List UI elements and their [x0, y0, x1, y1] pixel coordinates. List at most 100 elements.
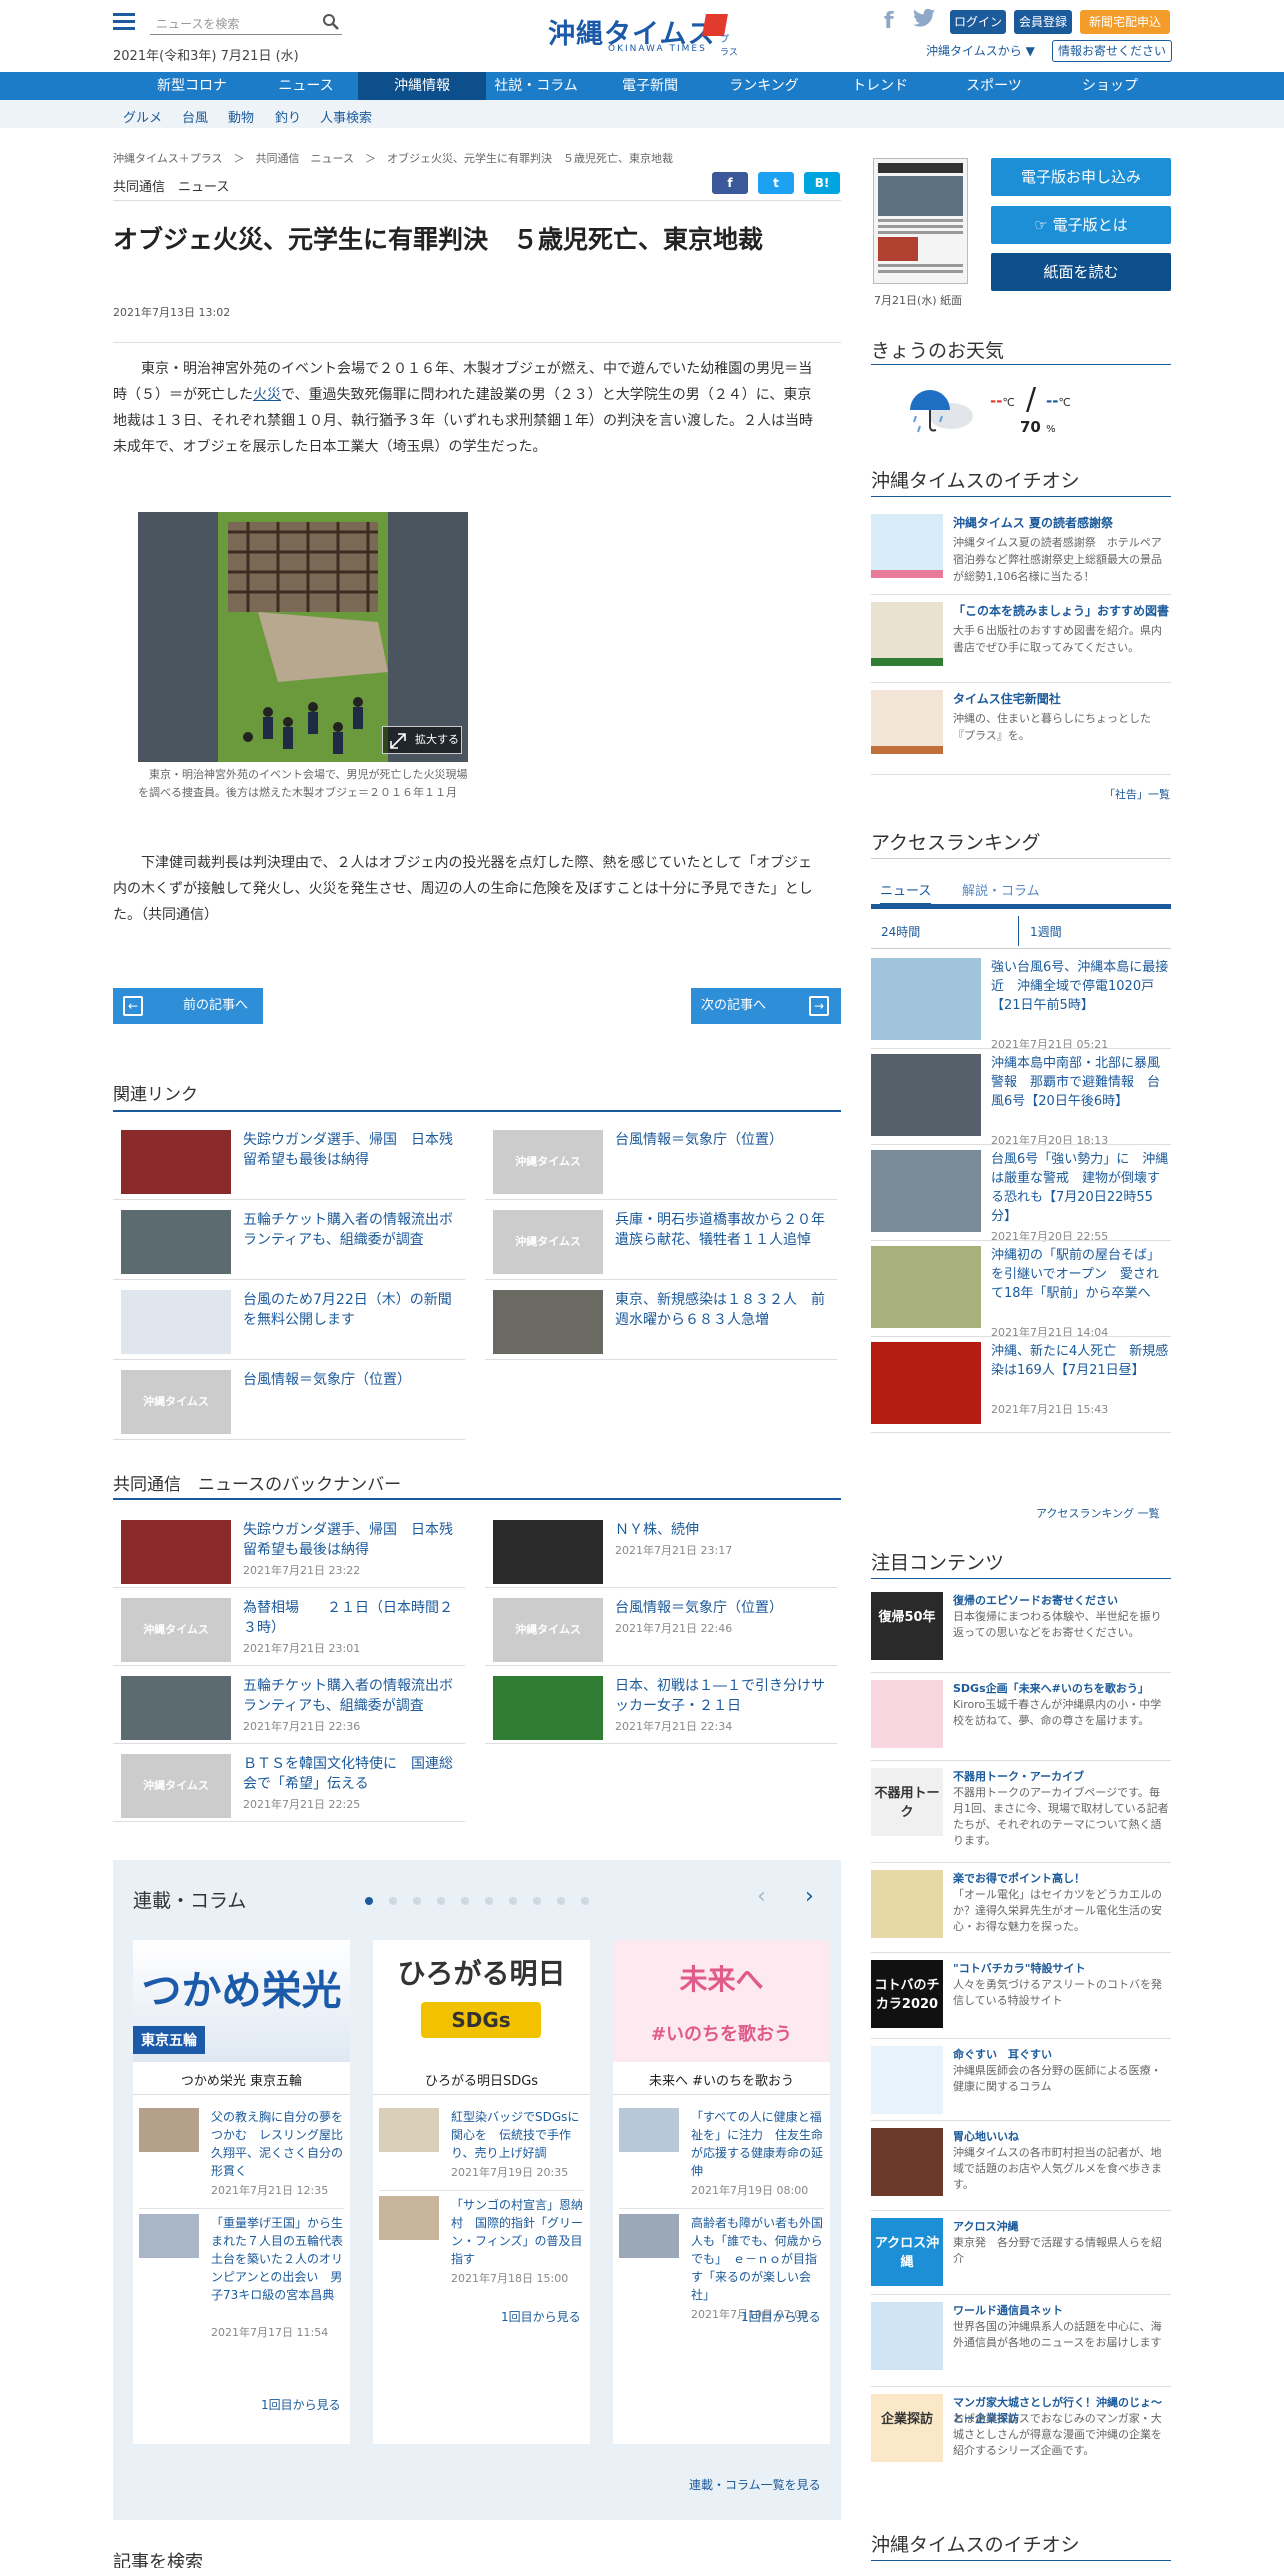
carousel-prev-icon[interactable]: ‹ — [757, 1884, 766, 1909]
carousel-dot[interactable] — [413, 1897, 421, 1905]
link-text[interactable]: 失踪ウガンダ選手、帰国 日本残留希望も最後は納得 — [243, 1130, 463, 1170]
nav-item-trend[interactable]: トレンド — [816, 72, 944, 100]
e-paper-about-button[interactable]: ☞ 電子版とは — [991, 206, 1171, 244]
featured-item[interactable]: コトバのチカラ2020 "コトバチカラ"特設サイト 人々を勇気づけるアスリートのコト… — [871, 1960, 1171, 2040]
ranking-item[interactable]: 台風6号「強い勢力」に 沖縄は厳重な警戒 建物が倒壊する恐れも【7月20日22時… — [871, 1150, 1171, 1244]
hatena-share-button[interactable]: B! — [804, 172, 840, 194]
ranking-text[interactable]: 強い台風6号、沖縄本島に最接近 沖縄全域で停電1020戸【21日午前5時】 — [991, 958, 1171, 1015]
backnumber-item[interactable]: 沖縄タイムス ＢＴＳを韓国文化特使に 国連総会で「希望」伝える 2021年7月21日… — [113, 1746, 465, 1822]
backnumber-item[interactable]: 沖縄タイムス 台風情報＝気象庁（位置） 2021年7月21日 22:46 — [485, 1590, 837, 1666]
backnumber-item[interactable]: 沖縄タイムス 為替相場 ２１日（日本時間２３時） 2021年7月21日 23:01 — [113, 1590, 465, 1666]
subscribe-button[interactable]: 新聞宅配申込 — [1080, 10, 1170, 34]
featured-item[interactable]: 不器用トーク 不器用トーク・アーカイブ 不器用トークのアーカイブページです。毎月1回… — [871, 1768, 1171, 1848]
carousel-dot[interactable] — [509, 1897, 517, 1905]
column-banner[interactable]: 未来へ #いのちを歌おう — [613, 1940, 830, 2062]
carousel-dot[interactable] — [437, 1897, 445, 1905]
nav-item-news[interactable]: ニュース — [242, 72, 370, 100]
pick-item[interactable]: タイムス住宅新聞社 沖縄の、住まいと暮らしにちょっとした『プラス』を。 — [871, 690, 1171, 770]
featured-item[interactable]: 企業探訪 マンガ家大城さとしが行く！沖縄のじょ～とー企業探訪 おばあタイムスでおなじ… — [871, 2394, 1171, 2474]
register-button[interactable]: 会員登録 — [1014, 10, 1072, 34]
related-link-item[interactable]: 沖縄タイムス 兵庫・明石歩道橋事故から２０年 遺族ら献花、犠牲者１１人追悼 — [485, 1202, 839, 1280]
from-okinawa-dropdown[interactable]: 沖縄タイムスから ▼ — [926, 42, 1035, 59]
column-item-text[interactable]: 高齢者も障がい者も外国人も「誰でも、何歳からでも」 ｅ－ｎｏが目指す「来るのが楽… — [691, 2214, 823, 2304]
featured-title[interactable]: 命ぐすい 耳ぐすい — [953, 2046, 1171, 2062]
link-text[interactable]: ＢＴＳを韓国文化特使に 国連総会で「希望」伝える — [243, 1754, 463, 1794]
backnumber-item[interactable]: 失踪ウガンダ選手、帰国 日本残留希望も最後は納得 2021年7月21日 23:22 — [113, 1512, 465, 1588]
info-request-button[interactable]: 情報お寄せください — [1052, 40, 1172, 62]
nav-item-editorial[interactable]: 社説・コラム — [472, 72, 600, 100]
pick-title[interactable]: 「この本を読みましょう」おすすめ図書 — [953, 602, 1171, 619]
column-item[interactable]: 「重量挙げ王国」から生まれた７人目の五輪代表 土台を築いた２人のオリンピアンとの… — [139, 2214, 355, 2344]
ranking-list-link[interactable]: アクセスランキング 一覧 — [1036, 1505, 1160, 1521]
link-text[interactable]: 兵庫・明石歩道橋事故から２０年 遺族ら献花、犠牲者１１人追悼 — [615, 1210, 839, 1250]
featured-item[interactable]: 胃心地いいね 沖縄タイムスの各市町村担当の記者が、地域で話題のお店や人気グルメを食… — [871, 2128, 1171, 2208]
related-link-item[interactable]: 台風のため7月22日（木）の新聞を無料公開します — [113, 1282, 465, 1360]
pick-item[interactable]: 沖縄タイムス 夏の読者感謝祭 沖縄タイムス夏の読者感謝祭 ホテルペア宿泊券など弊社… — [871, 514, 1171, 594]
carousel-dot[interactable] — [533, 1897, 541, 1905]
hamburger-menu-icon[interactable] — [113, 13, 135, 33]
column-item[interactable]: 「すべての人に健康と福祉を」に注力 住友生命が応援する健康寿命の延伸 2021年7… — [619, 2108, 824, 2202]
ranking-text[interactable]: 沖縄、新たに4人死亡 新規感染は169人【7月21日昼】 — [991, 1342, 1171, 1380]
article-category[interactable]: 共同通信 ニュース — [113, 176, 229, 195]
backnumber-item[interactable]: ＮＹ株、続伸 2021年7月21日 23:17 — [485, 1512, 837, 1588]
related-link-item[interactable]: 沖縄タイムス 台風情報＝気象庁（位置） — [485, 1122, 837, 1200]
backnumber-item[interactable]: 日本、初戦は１―１で引き分けサッカー女子・２１日 2021年7月21日 22:34 — [485, 1668, 837, 1744]
link-text[interactable]: 日本、初戦は１―１で引き分けサッカー女子・２１日 — [615, 1676, 835, 1716]
link-text[interactable]: 台風情報＝気象庁（位置） — [615, 1598, 835, 1618]
link-text[interactable]: 為替相場 ２１日（日本時間２３時） — [243, 1598, 463, 1638]
link-text[interactable]: 五輪チケット購入者の情報流出ボランティアも、組織委が調査 — [243, 1676, 463, 1716]
link-text[interactable]: 東京、新規感染は１８３２人 前週水曜から６８３人急増 — [615, 1290, 835, 1330]
facebook-share-button[interactable]: f — [712, 172, 748, 194]
subnav-personnel[interactable]: 人事検索 — [320, 107, 372, 126]
site-logo[interactable]: 沖縄タイムス プラス OKINAWA TIMES — [548, 10, 738, 58]
featured-item[interactable]: ワールド通信員ネット 世界各国の沖縄県系人の話題を中心に、海外通信員が各地のニュー… — [871, 2302, 1171, 2382]
link-text[interactable]: 台風情報＝気象庁（位置） — [243, 1370, 463, 1390]
related-link-item[interactable]: 沖縄タイムス 台風情報＝気象庁（位置） — [113, 1362, 465, 1440]
link-text[interactable]: 台風のため7月22日（木）の新聞を無料公開します — [243, 1290, 463, 1330]
featured-title[interactable]: ワールド通信員ネット — [953, 2302, 1171, 2318]
pick-title[interactable]: タイムス住宅新聞社 — [953, 690, 1171, 707]
nav-item-okinawa-info[interactable]: 沖縄情報 — [358, 72, 486, 100]
featured-item[interactable]: アクロス沖縄 アクロス沖縄 東京発 各分野で活躍する情報県人らを紹介 — [871, 2218, 1171, 2298]
carousel-dot[interactable] — [461, 1897, 469, 1905]
link-text[interactable]: 台風情報＝気象庁（位置） — [615, 1130, 835, 1150]
pick-item[interactable]: 「この本を読みましょう」おすすめ図書 大手６出版社のおすすめ図書を紹介。県内書店で… — [871, 602, 1171, 682]
ranking-tab-columns[interactable]: 解説・コラム — [962, 880, 1040, 899]
featured-title[interactable]: 胃心地いいね — [953, 2128, 1171, 2144]
carousel-dot[interactable] — [389, 1897, 397, 1905]
e-paper-apply-button[interactable]: 電子版お申し込み — [991, 158, 1171, 196]
ranking-text[interactable]: 沖縄初の「駅前の屋台そば」を引継いでオープン 愛されて18年「駅前」から卒業へ — [991, 1246, 1171, 1303]
column-more-link[interactable]: 1回目から見る — [741, 2308, 821, 2325]
nav-item-sports[interactable]: スポーツ — [930, 72, 1058, 100]
column-more-link[interactable]: 1回目から見る — [501, 2308, 581, 2325]
ranking-item[interactable]: 沖縄本島中南部・北部に暴風警報 那覇市で避難情報 台風6号【20日午後6時】 20… — [871, 1054, 1171, 1148]
featured-title[interactable]: 不器用トーク・アーカイブ — [953, 1768, 1171, 1784]
carousel-dot[interactable] — [485, 1897, 493, 1905]
column-card[interactable]: ひろがる明日 SDGs ひろがる明日SDGs 紅型染バッジでSDGsに関心を 伝統技で… — [373, 1940, 590, 2444]
column-more-link[interactable]: 1回目から見る — [261, 2396, 341, 2413]
featured-title[interactable]: 楽でお得でポイント高し！ — [953, 1870, 1171, 1886]
next-article-button[interactable]: 次の記事へ → — [691, 988, 841, 1024]
column-item-text[interactable]: 「すべての人に健康と福祉を」に注力 住友生命が応援する健康寿命の延伸 — [691, 2108, 823, 2180]
column-item-text[interactable]: 「サンゴの村宣言」恩納村 国際的指針「グリーン・フィンズ」の普及目指す — [451, 2196, 583, 2268]
ranking-period-24h[interactable]: 24時間 — [871, 916, 1019, 946]
read-paper-button[interactable]: 紙面を読む — [991, 253, 1171, 291]
nav-item-ranking[interactable]: ランキング — [700, 72, 828, 100]
column-item[interactable]: 父の教え胸に自分の夢をつかむ レスリング屋比久翔平、泥くさく自分の形貫く 2021… — [139, 2108, 344, 2202]
link-text[interactable]: 失踪ウガンダ選手、帰国 日本残留希望も最後は納得 — [243, 1520, 463, 1560]
column-item-text[interactable]: 紅型染バッジでSDGsに関心を 伝統技で手作り、売り上げ好調 — [451, 2108, 583, 2162]
column-item[interactable]: 紅型染バッジでSDGsに関心を 伝統技で手作り、売り上げ好調 2021年7月19日… — [379, 2108, 584, 2184]
featured-item[interactable]: 復帰50年 復帰のエピソードお寄せください 日本復帰にまつわる体験や、半世紀を振り返… — [871, 1592, 1171, 1672]
featured-item[interactable]: SDGs企画「未来へ#いのちを歌おう」 Kiroro玉城千春さんが沖縄県内の小・中… — [871, 1680, 1171, 1760]
carousel-dots[interactable] — [365, 1894, 605, 1909]
search-icon[interactable] — [322, 13, 340, 31]
search-input[interactable]: ニュースを検索 — [150, 11, 342, 35]
ranking-item[interactable]: 強い台風6号、沖縄本島に最接近 沖縄全域で停電1020戸【21日午前5時】 202… — [871, 958, 1171, 1052]
featured-item[interactable]: 楽でお得でポイント高し！ 「オール電化」はセイカツをどうカエルのか？達得久栄昇先生… — [871, 1870, 1171, 1950]
breadcrumb-home[interactable]: 沖縄タイムス＋プラス — [113, 152, 223, 165]
ranking-tab-news[interactable]: ニュース — [880, 880, 932, 905]
featured-title[interactable]: 復帰のエピソードお寄せください — [953, 1592, 1171, 1608]
featured-title[interactable]: "コトバチカラ"特設サイト — [953, 1960, 1171, 1976]
carousel-dot[interactable] — [557, 1897, 565, 1905]
facebook-icon[interactable]: f — [884, 9, 894, 34]
